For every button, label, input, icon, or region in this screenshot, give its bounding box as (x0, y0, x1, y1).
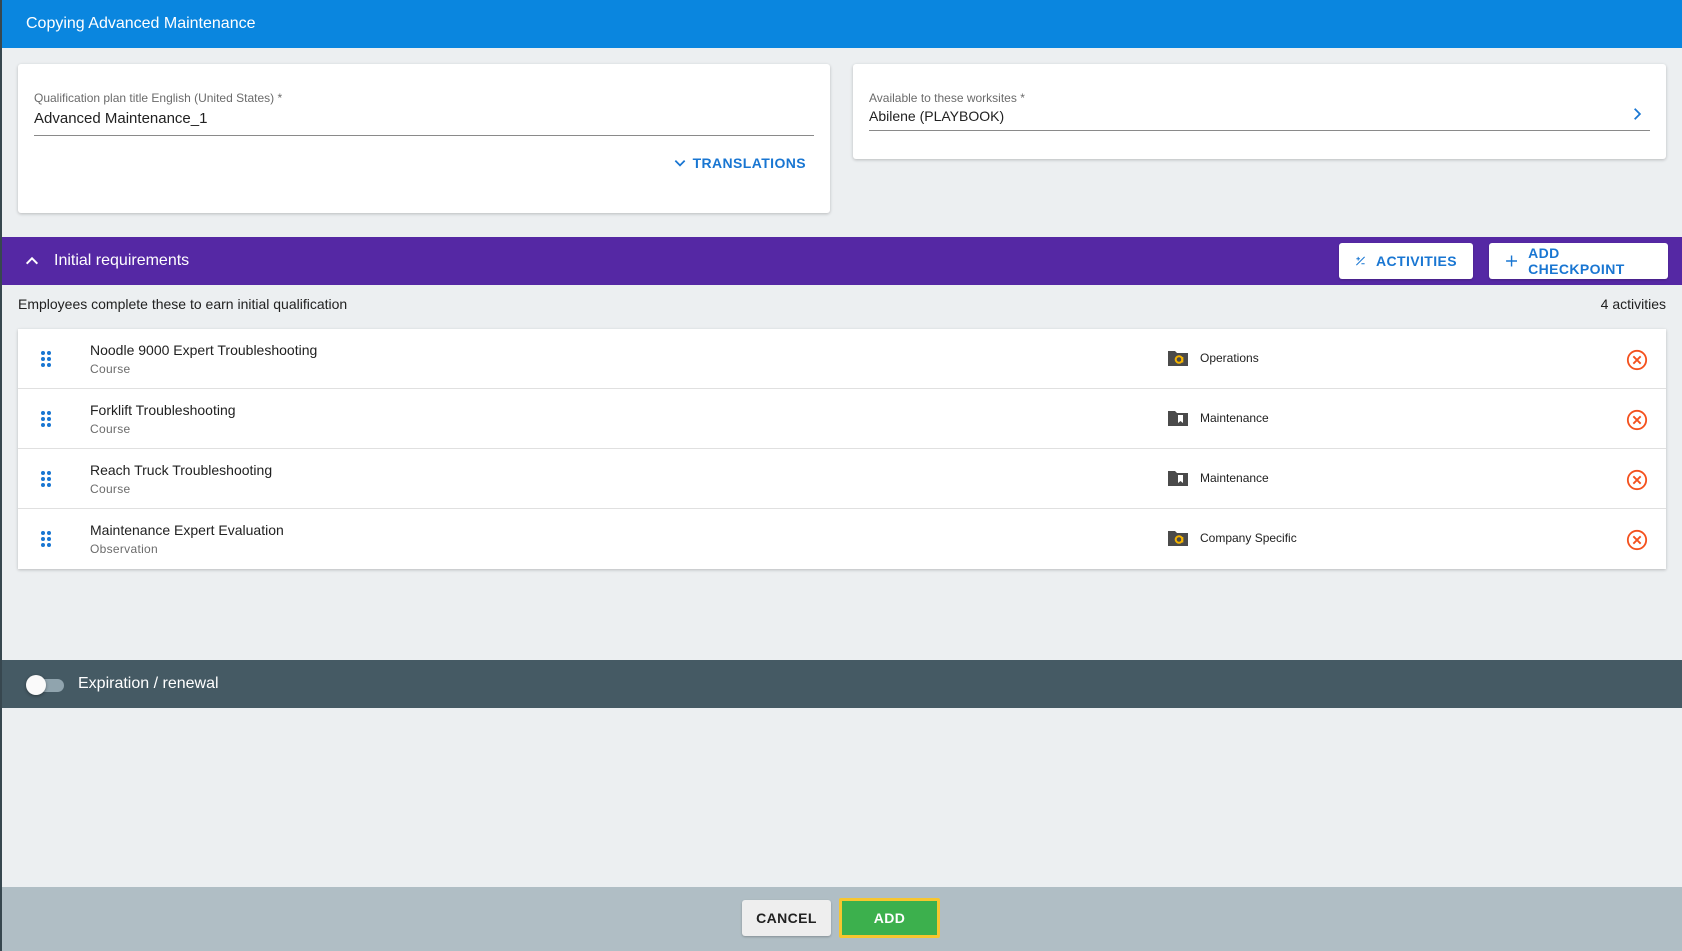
add-button[interactable]: ADD (839, 898, 940, 938)
activity-title: Maintenance Expert Evaluation (90, 522, 284, 538)
activity-category: Operations (1200, 351, 1259, 365)
chevron-down-icon (674, 160, 685, 167)
expiration-bar: Expiration / renewal (2, 660, 1682, 708)
expiration-toggle[interactable] (26, 675, 66, 695)
chevron-right-icon[interactable] (1630, 106, 1644, 122)
activity-type: Course (90, 422, 131, 436)
activities-label: ACTIVITIES (1375, 253, 1457, 269)
drag-handle-icon[interactable] (40, 410, 52, 428)
remove-icon[interactable] (1626, 529, 1648, 551)
window-edge (0, 0, 2, 951)
activity-title: Forklift Troubleshooting (90, 402, 236, 418)
percent-icon (1356, 256, 1365, 266)
company-folder-icon (1168, 351, 1188, 366)
worksite-card[interactable]: Available to these worksites * Abilene (… (853, 64, 1666, 159)
drag-handle-icon[interactable] (40, 470, 52, 488)
activity-title: Reach Truck Troubleshooting (90, 462, 273, 478)
toggle-knob (26, 675, 46, 695)
expiration-title: Expiration / renewal (78, 675, 219, 692)
activities-button[interactable]: ACTIVITIES (1339, 243, 1473, 279)
activity-category: Maintenance (1200, 411, 1269, 425)
translations-label: TRANSLATIONS (692, 155, 806, 171)
activity-list: Noodle 9000 Expert Troubleshooting Cours… (18, 329, 1666, 569)
company-folder-icon (1168, 531, 1188, 546)
activity-category: Company Specific (1200, 531, 1297, 545)
initial-requirements-bar: Initial requirements ACTIVITIES ADD CHEC… (2, 237, 1682, 285)
dialog-title: Copying Advanced Maintenance (26, 15, 256, 32)
translations-button[interactable]: TRANSLATIONS (673, 155, 806, 171)
activity-count: 4 activities (1600, 296, 1666, 312)
plus-icon (1506, 255, 1518, 267)
section-description: Employees complete these to earn initial… (18, 296, 348, 312)
title-input[interactable]: Advanced Maintenance_1 (34, 110, 207, 127)
drag-handle-icon[interactable] (40, 350, 52, 368)
worksite-underline (869, 130, 1650, 131)
title-input-underline (34, 135, 814, 136)
worksite-field-label: Available to these worksites * (869, 91, 1025, 105)
cancel-button[interactable]: CANCEL (742, 900, 831, 936)
bookmark-folder-icon (1168, 471, 1188, 486)
chevron-up-icon[interactable] (24, 253, 40, 269)
activity-title: Noodle 9000 Expert Troubleshooting (90, 342, 318, 358)
add-checkpoint-label: ADD CHECKPOINT (1528, 245, 1625, 277)
bookmark-folder-icon (1168, 411, 1188, 426)
title-card: Qualification plan title English (United… (18, 64, 830, 213)
drag-handle-icon[interactable] (40, 530, 52, 548)
section-title: Initial requirements (54, 252, 190, 269)
dialog-header: Copying Advanced Maintenance (2, 0, 1682, 48)
list-item[interactable]: Noodle 9000 Expert Troubleshooting Cours… (18, 329, 1666, 389)
list-item[interactable]: Forklift Troubleshooting Course Maintena… (18, 389, 1666, 449)
add-checkpoint-button[interactable]: ADD CHECKPOINT (1489, 243, 1668, 279)
title-field-label: Qualification plan title English (United… (34, 91, 283, 105)
activity-type: Observation (90, 542, 158, 556)
remove-icon[interactable] (1626, 469, 1648, 491)
dialog-footer: CANCEL ADD (2, 887, 1682, 951)
worksite-value[interactable]: Abilene (PLAYBOOK) (869, 108, 1004, 124)
list-item[interactable]: Reach Truck Troubleshooting Course Maint… (18, 449, 1666, 509)
remove-icon[interactable] (1626, 409, 1648, 431)
activity-category: Maintenance (1200, 471, 1269, 485)
activity-type: Course (90, 362, 131, 376)
activity-type: Course (90, 482, 131, 496)
list-item[interactable]: Maintenance Expert Evaluation Observatio… (18, 509, 1666, 569)
remove-icon[interactable] (1626, 349, 1648, 371)
